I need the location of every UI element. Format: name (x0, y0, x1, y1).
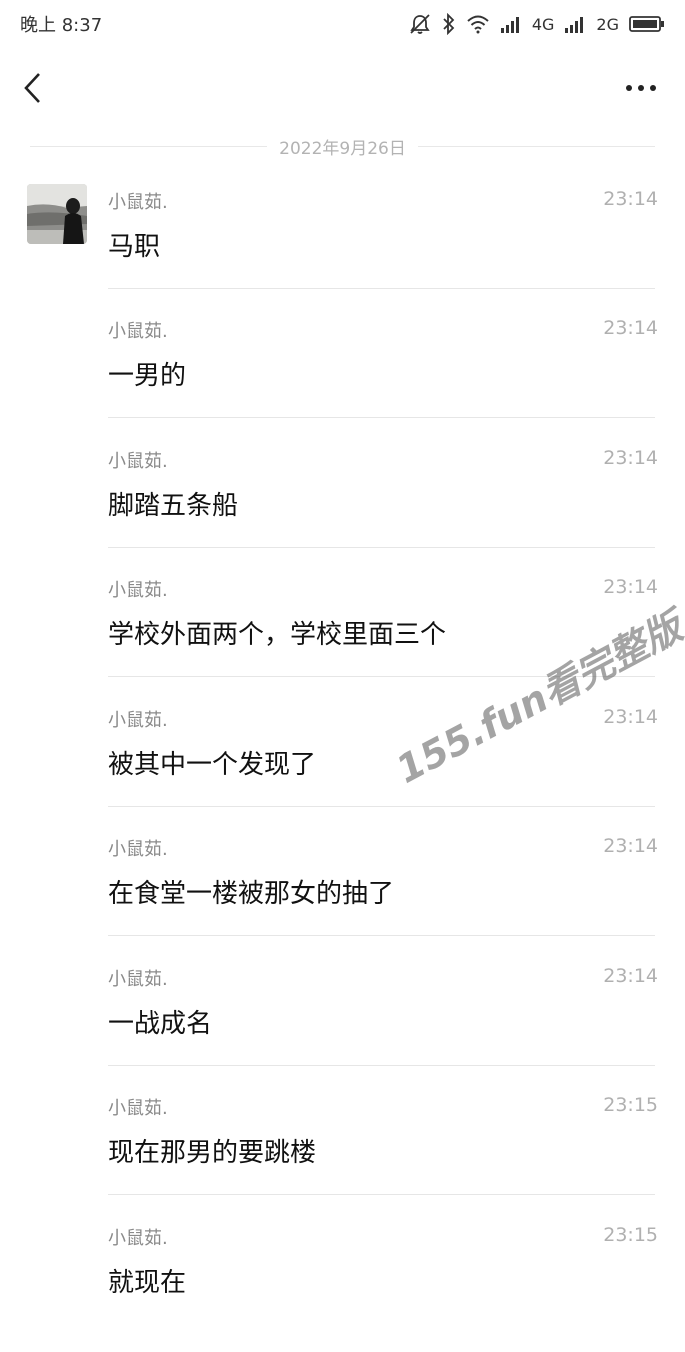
message-item[interactable]: 小鼠茹. 23:14 学校外面两个，学校里面三个 (108, 576, 658, 704)
divider (108, 935, 655, 936)
message-text: 一男的 (108, 361, 187, 391)
message-time: 23:15 (603, 1094, 658, 1116)
network-type-1: 4G (531, 14, 555, 34)
nav-bar (0, 56, 685, 120)
sender-name: 小鼠茹. (108, 451, 168, 472)
more-button[interactable] (623, 74, 663, 102)
message-item[interactable]: 小鼠茹. 23:14 被其中一个发现了 (108, 706, 658, 834)
network-type-2: 2G (596, 14, 619, 34)
message-text: 马职 (108, 232, 161, 262)
battery-icon (629, 16, 664, 32)
message-text: 被其中一个发现了 (108, 750, 317, 780)
message-time: 23:14 (603, 835, 658, 857)
divider (108, 1194, 655, 1195)
divider (108, 417, 655, 418)
more-dots-icon (626, 85, 656, 91)
chevron-left-icon (24, 73, 40, 103)
message-item[interactable]: 小鼠茹. 23:15 就现在 (108, 1224, 658, 1352)
sender-name: 小鼠茹. (108, 839, 168, 860)
message-item[interactable]: 小鼠茹. 23:14 马职 (108, 188, 658, 316)
message-time: 23:14 (603, 576, 658, 598)
message-item[interactable]: 小鼠茹. 23:15 现在那男的要跳楼 (108, 1094, 658, 1222)
message-item[interactable]: 小鼠茹. 23:14 脚踏五条船 (108, 447, 658, 575)
sender-name: 小鼠茹. (108, 710, 168, 731)
sender-name: 小鼠茹. (108, 969, 168, 990)
bluetooth-icon (443, 13, 455, 35)
date-separator: 2022年9月26日 (30, 133, 655, 159)
message-time: 23:14 (603, 965, 658, 987)
divider (108, 547, 655, 548)
message-item[interactable]: 小鼠茹. 23:14 一男的 (108, 317, 658, 445)
message-time: 23:14 (603, 447, 658, 469)
message-text: 一战成名 (108, 1009, 213, 1039)
message-text: 现在那男的要跳楼 (108, 1138, 317, 1168)
status-icons: 4G 2G (408, 13, 665, 35)
sender-name: 小鼠茹. (108, 1098, 168, 1119)
sender-name: 小鼠茹. (108, 321, 168, 342)
status-time: 晚上 8:37 (20, 15, 103, 36)
divider (30, 145, 268, 147)
avatar-image (27, 184, 87, 244)
bell-off-icon (410, 14, 430, 34)
message-time: 23:14 (603, 317, 658, 339)
divider (108, 806, 655, 807)
signal-icon (500, 17, 519, 33)
avatar[interactable] (27, 184, 87, 244)
divider (108, 1065, 655, 1066)
signal-icon (565, 17, 584, 33)
date-label: 2022年9月26日 (279, 138, 406, 159)
divider (108, 676, 655, 677)
wifi-icon (467, 15, 489, 34)
back-button[interactable] (18, 70, 50, 106)
message-time: 23:14 (603, 188, 658, 210)
divider (417, 145, 655, 147)
message-time: 23:14 (603, 706, 658, 728)
sender-name: 小鼠茹. (108, 580, 168, 601)
sender-name: 小鼠茹. (108, 1228, 168, 1249)
message-text: 学校外面两个，学校里面三个 (108, 620, 447, 650)
message-item[interactable]: 小鼠茹. 23:14 一战成名 (108, 965, 658, 1093)
message-item[interactable]: 小鼠茹. 23:14 在食堂一楼被那女的抽了 (108, 835, 658, 963)
message-text: 就现在 (108, 1268, 187, 1298)
message-text: 在食堂一楼被那女的抽了 (108, 879, 395, 909)
message-time: 23:15 (603, 1224, 658, 1246)
sender-name: 小鼠茹. (108, 192, 168, 213)
message-text: 脚踏五条船 (108, 491, 239, 521)
divider (108, 288, 655, 289)
status-bar: 晚上 8:37 4G 2G (0, 0, 685, 48)
